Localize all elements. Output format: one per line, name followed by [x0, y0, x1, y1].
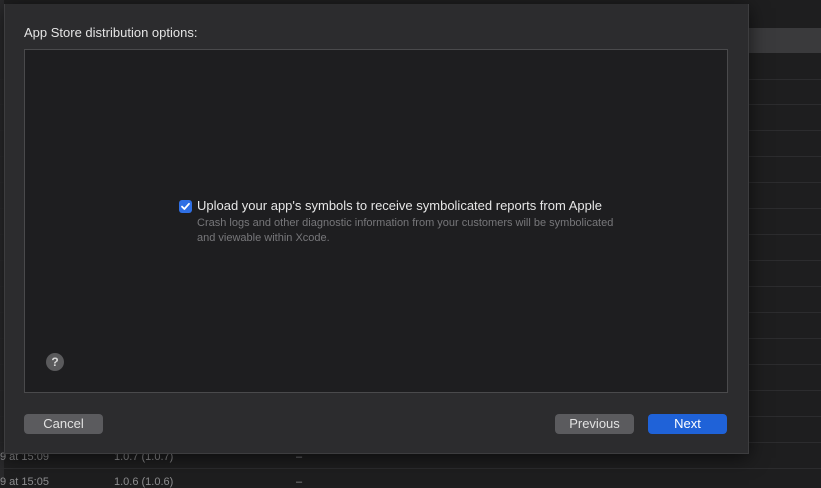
upload-symbols-label[interactable]: Upload your app's symbols to receive sym…: [197, 198, 602, 213]
next-button[interactable]: Next: [648, 414, 727, 434]
cancel-button[interactable]: Cancel: [24, 414, 103, 434]
background-row-divider: [0, 468, 821, 469]
checkmark-icon: [181, 202, 190, 210]
background-row-version: 1.0.6 (1.0.6): [114, 476, 174, 488]
options-panel: Upload your app's symbols to receive sym…: [24, 49, 728, 393]
sheet-title: App Store distribution options:: [24, 25, 198, 40]
upload-symbols-description: Crash logs and other diagnostic informat…: [197, 217, 614, 244]
background-row-status: –: [296, 476, 303, 488]
upload-symbols-checkbox[interactable]: [179, 200, 192, 213]
previous-button[interactable]: Previous: [555, 414, 634, 434]
distribution-options-sheet: App Store distribution options: Upload y…: [4, 4, 749, 454]
background-row-date: 9 at 15:05: [0, 476, 49, 488]
help-button[interactable]: ?: [46, 353, 64, 371]
background-table-header: [747, 28, 821, 53]
